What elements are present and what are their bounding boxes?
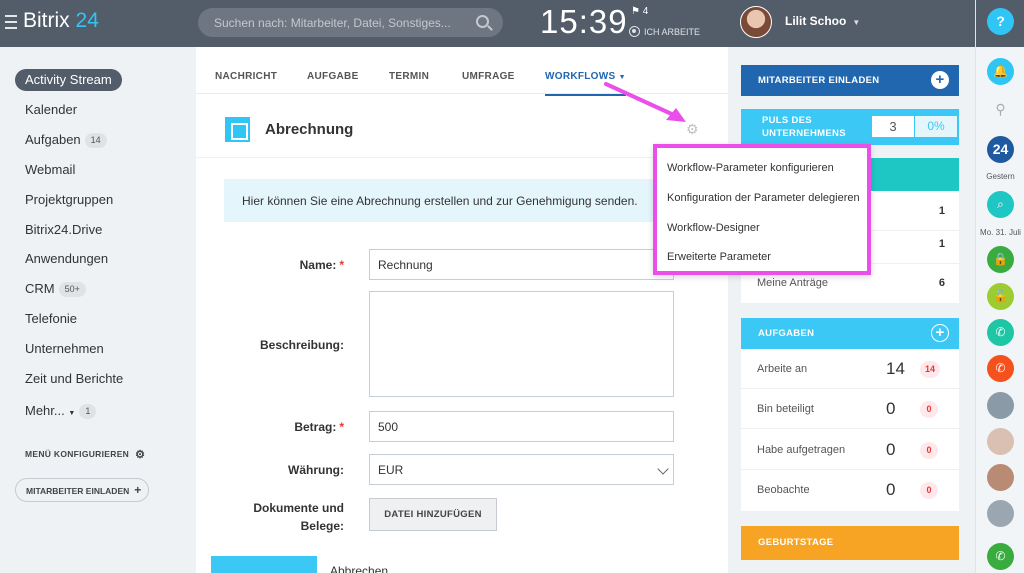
name-label: Name: *	[299, 258, 344, 272]
sidebar-item-webmail[interactable]: Webmail	[15, 159, 85, 181]
list-item[interactable]: Beobachte 0 0	[741, 470, 959, 510]
name-field[interactable]: Rechnung	[369, 249, 674, 280]
tab-termin[interactable]: TERMIN	[389, 71, 429, 82]
sidebar: Activity Stream Kalender Aufgaben 14 Webm…	[0, 47, 196, 573]
plus-icon: +	[931, 71, 949, 89]
sidebar-item-unternehmen[interactable]: Unternehmen	[15, 338, 114, 360]
tasks-list: Arbeite an 14 14 Bin beteiligt 0 0 Habe aufg…	[741, 349, 959, 511]
invite-employees-header[interactable]: MITARBEITER EINLADEN +	[741, 65, 959, 96]
search-input[interactable]: Suchen nach: Mitarbeiter, Datei, Sonstig…	[198, 8, 503, 37]
sidebar-item-kalender[interactable]: Kalender	[15, 99, 87, 121]
sidebar-item-mehr[interactable]: Mehr... ▼ 1	[15, 400, 106, 422]
list-item[interactable]: Habe aufgetragen 0 0	[741, 430, 959, 470]
help-button[interactable]: ?	[987, 8, 1014, 35]
avatar[interactable]	[987, 428, 1014, 455]
sidebar-item-aufgaben[interactable]: Aufgaben 14	[15, 129, 117, 151]
birthdays-header[interactable]: GEBURTSTAGE	[741, 526, 959, 560]
sidebar-item-crm[interactable]: CRM 50+	[15, 278, 96, 300]
menu-item-delegate-params[interactable]: Konfiguration der Parameter delegieren	[667, 192, 860, 204]
currency-select[interactable]: EUR	[369, 454, 674, 485]
record-icon	[629, 26, 640, 37]
annotation-arrow	[604, 82, 686, 122]
lock-icon[interactable]: 🔒	[987, 246, 1014, 273]
sidebar-item-telefonie[interactable]: Telefonie	[15, 308, 87, 330]
menu-item-configure-params[interactable]: Workflow-Parameter konfigurieren	[667, 162, 834, 174]
list-item[interactable]: Arbeite an 14 14	[741, 349, 959, 389]
description-field[interactable]	[369, 291, 674, 397]
send-button[interactable]	[211, 556, 317, 573]
avatar[interactable]	[740, 6, 772, 38]
tasks-header[interactable]: AUFGABEN +	[741, 318, 959, 349]
chevron-down-icon	[657, 463, 669, 475]
user-menu[interactable]: Lilit Schoo ▼	[785, 14, 860, 28]
logo[interactable]: Bitrix 24	[23, 9, 99, 33]
search-icon[interactable]: ⚲	[987, 96, 1014, 123]
plus-icon: +	[134, 483, 142, 497]
menu-icon[interactable]	[5, 15, 17, 29]
cancel-link[interactable]: Abbrechen	[330, 564, 388, 573]
avatar[interactable]	[987, 500, 1014, 527]
description-label: Beschreibung:	[259, 338, 344, 352]
workflow-icon	[225, 117, 250, 142]
pulse-percent: 0%	[915, 116, 957, 137]
right-icon-bar: ? 🔔 ⚲ 24 Gestern ⌕ Mo. 31. Juli 🔒 🔓 ✆ ✆ …	[975, 0, 1024, 573]
top-bar: Bitrix 24 Suchen nach: Mitarbeiter, Date…	[0, 0, 975, 47]
documents-label: Dokumente und Belege:	[253, 501, 344, 533]
avatar[interactable]	[987, 464, 1014, 491]
chat-search-icon[interactable]: ⌕	[987, 191, 1014, 218]
menu-item-designer[interactable]: Workflow-Designer	[667, 222, 760, 234]
right-column: MITARBEITER EINLADEN + PULS DES UNTERNEHME…	[728, 47, 975, 573]
sidebar-item-projektgruppen[interactable]: Projektgruppen	[15, 189, 123, 211]
tab-aufgabe[interactable]: AUFGABE	[307, 71, 359, 82]
tab-umfrage[interactable]: UMFRAGE	[462, 71, 515, 82]
phone-missed-icon[interactable]: ✆	[987, 355, 1014, 382]
menu-configure-link[interactable]: MENÜ KONFIGURIEREN ⚙	[25, 448, 145, 461]
pulse-value: 3	[872, 116, 914, 137]
currency-label: Währung:	[288, 463, 344, 477]
add-file-button[interactable]: DATEI HINZUFÜGEN	[369, 498, 497, 531]
phone-icon[interactable]: ✆	[987, 319, 1014, 346]
sidebar-item-zeit[interactable]: Zeit und Berichte	[15, 368, 133, 390]
amount-label: Betrag: *	[294, 420, 344, 434]
count-badge: 14	[84, 133, 107, 149]
workflow-title: Abrechnung	[265, 121, 354, 138]
gear-icon: ⚙	[135, 449, 146, 461]
count-badge: 1	[79, 404, 97, 420]
bell-icon[interactable]: 🔔	[987, 58, 1014, 85]
menu-item-advanced[interactable]: Erweiterte Parameter	[667, 251, 771, 263]
amount-field[interactable]: 500	[369, 411, 674, 442]
chevron-down-icon: ▼	[852, 18, 861, 27]
call-icon[interactable]: ✆	[987, 543, 1014, 570]
avatar[interactable]	[987, 392, 1014, 419]
flag-counter[interactable]: ⚑ 4	[631, 6, 648, 17]
list-item[interactable]: Bin beteiligt 0 0	[741, 389, 959, 429]
count-badge: 50+	[58, 282, 86, 298]
search-icon[interactable]	[476, 15, 489, 28]
work-status[interactable]: ICH ARBEITE	[629, 26, 700, 37]
tab-nachricht[interactable]: NACHRICHT	[215, 71, 277, 82]
lock-open-icon[interactable]: 🔓	[987, 283, 1014, 310]
workflow-settings-menu: Workflow-Parameter konfigurieren Konfigu…	[653, 144, 871, 275]
sidebar-item-drive[interactable]: Bitrix24.Drive	[15, 219, 112, 241]
clock: 15:39	[540, 3, 628, 40]
invite-button[interactable]: MITARBEITER EINLADEN +	[15, 478, 149, 502]
plus-icon: +	[931, 324, 949, 342]
sidebar-item-activity-stream[interactable]: Activity Stream	[15, 69, 122, 91]
bitrix24-icon[interactable]: 24	[987, 136, 1014, 163]
sidebar-item-anwendungen[interactable]: Anwendungen	[15, 248, 118, 270]
